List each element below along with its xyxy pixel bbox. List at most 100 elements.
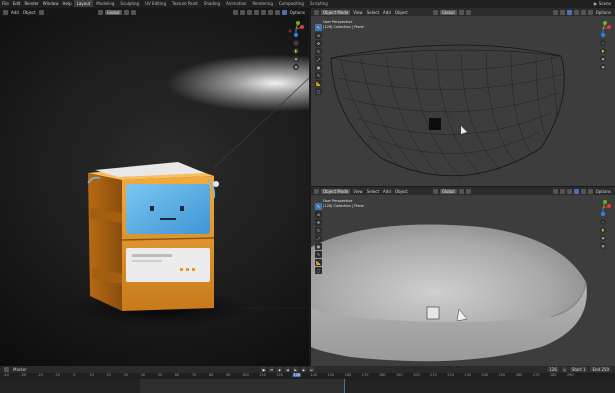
rotate-tool-icon[interactable]: ↻ [315,48,322,55]
marker-menu[interactable]: Marker [12,367,28,372]
axis-gizmo-icon[interactable] [594,20,612,38]
viewport-wireframe[interactable]: Object Mode View Select Add Object Globa… [311,8,615,186]
record-icon[interactable]: ● [261,367,267,372]
ruler-tick-label: 290 [566,373,574,377]
axis-gizmo-icon[interactable] [594,199,612,217]
annotate-tool-icon[interactable]: ✎ [315,251,322,258]
ruler-tick-label: 80 [208,373,214,377]
ruler-tick-label: 160 [344,373,352,377]
scale-tool-icon[interactable]: ⤢ [315,235,322,242]
ruler-tick-label: 190 [395,373,403,377]
viewport-solid[interactable]: Object Mode View Select Add Object Globa… [311,187,615,366]
zoom-icon[interactable]: + [293,40,299,46]
tab-animation[interactable]: Animation [223,0,249,7]
current-frame-field[interactable]: 126 [547,367,559,372]
add-cube-tool-icon[interactable]: ▢ [315,267,322,274]
perspective-toggle-icon[interactable]: ▦ [600,243,606,249]
annotate-tool-icon[interactable]: ✎ [315,72,322,79]
tab-uv-editing[interactable]: UV Editing [142,0,169,7]
jump-end-icon[interactable]: ⏭ [309,367,315,372]
axis-gizmo-icon[interactable] [287,20,305,38]
ruler-tick-label: 280 [549,373,557,377]
ruler-tick-label: 60 [174,373,180,377]
cursor-tool-icon[interactable]: ⊕ [315,211,322,218]
solid-scene [311,224,587,362]
tab-rendering[interactable]: Rendering [249,0,275,7]
clock-icon[interactable]: ◷ [561,367,567,372]
viewport-render[interactable]: Add Object Global Options + ✋ ▣ ▦ [0,8,309,366]
play-icon[interactable]: ▶ [293,367,299,372]
select-tool-icon[interactable]: ↖ [315,24,322,31]
pan-icon[interactable]: ✋ [600,227,606,233]
move-tool-icon[interactable]: ✥ [315,40,322,47]
light-line [213,77,309,169]
menu-window[interactable]: Window [41,1,61,6]
perspective-toggle-icon[interactable]: ▦ [293,64,299,70]
ruler-tick-label: -30 [20,373,26,377]
scale-tool-icon[interactable]: ⤢ [315,56,322,63]
ruler-tick-label: 250 [498,373,506,377]
end-label: End [592,367,601,372]
ruler-tick-label: 220 [447,373,454,377]
menu-edit[interactable]: Edit [11,1,23,6]
ruler-tick-label: 110 [259,373,266,377]
pan-icon[interactable]: ✋ [293,48,299,54]
ruler-tick-label: 30 [123,373,128,377]
menu-render[interactable]: Render [22,1,40,6]
ruler-tick-label: 20 [106,373,111,377]
toolbar: ↖ ⊕ ✥ ↻ ⤢ ▣ ✎ 📐 ▢ [315,24,322,95]
select-tool-icon[interactable]: ↖ [315,203,322,210]
tab-sculpting[interactable]: Sculpting [117,0,142,7]
rotate-tool-icon[interactable]: ↻ [315,227,322,234]
menu-help[interactable]: Help [60,1,73,6]
zoom-icon[interactable]: + [600,40,606,46]
pan-icon[interactable]: ✋ [600,48,606,54]
tab-layout[interactable]: Layout [73,0,94,7]
crate-drawer [126,248,210,282]
ruler-tick-label: 100 [242,373,249,377]
playhead[interactable] [344,379,345,393]
transform-tool-icon[interactable]: ▣ [315,64,322,71]
camera-view-icon[interactable]: ▣ [600,56,606,62]
tab-compositing[interactable]: Compositing [276,0,307,7]
robot-crate-model[interactable] [87,162,219,311]
add-cube-tool-icon[interactable]: ▢ [315,88,322,95]
ruler-tick-label: 10 [89,373,94,377]
menu-file[interactable]: File [0,1,11,6]
camera-view-icon[interactable]: ▣ [293,56,299,62]
navigation-gizmo[interactable]: + ✋ ▣ ▦ [287,20,305,70]
ruler-tick-label: 270 [532,373,540,377]
prev-keyframe-icon[interactable]: ◆ [277,367,283,372]
navigation-gizmo[interactable]: + ✋ ▣ ▦ [594,199,612,249]
start-frame-field[interactable]: Start 1 [569,367,588,372]
scene-icon: ◉ [593,1,597,6]
measure-tool-icon[interactable]: 📐 [315,259,322,266]
tab-texture-paint[interactable]: Texture Paint [169,0,201,7]
top-bar: File Edit Render Window Help Layout Mode… [0,0,615,7]
editor-type-icon[interactable] [4,367,9,372]
tab-modeling[interactable]: Modeling [93,0,117,7]
ruler-tick-label: 126 [292,373,302,377]
wireframe-bowl [330,44,565,179]
ruler-tick-label: -40 [3,373,9,377]
ruler-tick-label: 210 [430,373,437,377]
measure-tool-icon[interactable]: 📐 [315,80,322,87]
transform-tool-icon[interactable]: ▣ [315,243,322,250]
tab-scripting[interactable]: Scripting [307,0,331,7]
next-keyframe-icon[interactable]: ◆ [301,367,307,372]
play-reverse-icon[interactable]: ◀ [285,367,291,372]
move-tool-icon[interactable]: ✥ [315,219,322,226]
ruler-tick-label: 150 [327,373,335,377]
timeline-header: Marker ● ⏮ ◆ ◀ ▶ ◆ ⏭ 126 ◷ Start 1 End 2… [0,366,615,373]
zoom-icon[interactable]: + [600,219,606,225]
tab-shading[interactable]: Shading [201,0,223,7]
wireframe-scene [330,44,565,179]
end-frame-field[interactable]: End 250 [590,367,612,372]
scene-selector[interactable]: ◉ Scene [593,1,615,6]
cursor-tool-icon[interactable]: ⊕ [315,32,322,39]
camera-view-icon[interactable]: ▣ [600,235,606,241]
jump-start-icon[interactable]: ⏮ [269,367,275,372]
navigation-gizmo[interactable]: + ✋ ▣ ▦ [594,20,612,70]
ruler-tick-label: -10 [54,373,61,377]
perspective-toggle-icon[interactable]: ▦ [600,64,606,70]
